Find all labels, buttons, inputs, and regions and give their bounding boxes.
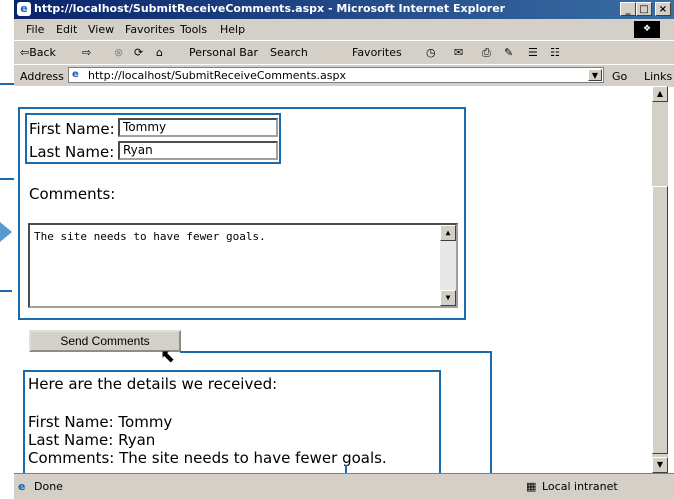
go-button[interactable]: Go <box>612 70 627 83</box>
page-icon: e <box>72 69 79 80</box>
status-text: Done <box>34 480 63 493</box>
menu-help[interactable]: Help <box>220 23 245 36</box>
zone-text: Local intranet <box>542 480 618 493</box>
last-name-field[interactable]: Ryan <box>118 141 278 160</box>
menu-tools[interactable]: Tools <box>180 23 207 36</box>
menu-file[interactable]: File <box>26 23 44 36</box>
result-comments: Comments: The site needs to have fewer g… <box>28 449 387 467</box>
send-comments-button[interactable]: Send Comments <box>29 330 181 352</box>
messenger-icon[interactable]: ☷ <box>550 46 560 59</box>
maximize-button[interactable]: □ <box>636 2 652 16</box>
page-scrollbar[interactable]: ▲ ▼ <box>652 86 668 473</box>
forward-button[interactable]: ⇨ <box>82 46 91 59</box>
window-title: http://localhost/SubmitReceiveComments.a… <box>34 2 506 15</box>
annotation-line <box>0 178 14 180</box>
links-button[interactable]: Links » <box>644 70 674 83</box>
windows-logo-icon: ❖ <box>634 21 660 38</box>
result-heading: Here are the details we received: <box>28 375 278 393</box>
last-name-label: Last Name: <box>29 143 115 161</box>
mail-icon[interactable]: ✉ <box>454 46 463 59</box>
annotation-line <box>180 351 492 353</box>
history-icon[interactable]: ◷ <box>426 46 436 59</box>
status-page-icon: e <box>18 480 26 493</box>
stop-icon[interactable]: ⊗ <box>114 46 123 59</box>
print-icon[interactable]: ⎙ <box>482 46 491 60</box>
address-dropdown-icon[interactable]: ▼ <box>588 69 602 81</box>
back-button[interactable]: ⇦Back <box>20 46 56 59</box>
menu-favorites[interactable]: Favorites <box>125 23 175 36</box>
scroll-thumb[interactable] <box>652 186 668 454</box>
toolbar: ⇦Back ⇨ ⊗ ⟳ ⌂ Personal Bar Search Favori… <box>14 40 674 65</box>
comments-label: Comments: <box>29 185 116 203</box>
close-button[interactable]: × <box>655 2 671 16</box>
address-input[interactable]: e http://localhost/SubmitReceiveComments… <box>68 67 604 83</box>
address-url: http://localhost/SubmitReceiveComments.a… <box>88 69 346 82</box>
home-icon[interactable]: ⌂ <box>156 46 163 59</box>
discuss-icon[interactable]: ☰ <box>528 46 538 59</box>
annotation-line <box>0 83 14 85</box>
address-label: Address <box>20 70 64 83</box>
annotation-line <box>0 290 12 292</box>
status-bar: e Done ▦ Local intranet <box>14 473 674 499</box>
result-first-name: First Name: Tommy <box>28 413 173 431</box>
menu-view[interactable]: View <box>88 23 114 36</box>
textarea-scrollbar[interactable]: ▲ ▼ <box>440 225 456 306</box>
address-bar: Address e http://localhost/SubmitReceive… <box>14 64 674 87</box>
first-name-field[interactable]: Tommy <box>118 118 278 137</box>
ie-icon: e <box>17 2 31 16</box>
scroll-up-icon[interactable]: ▲ <box>440 225 456 241</box>
title-bar: e http://localhost/SubmitReceiveComments… <box>14 0 674 19</box>
first-name-label: First Name: <box>29 120 115 138</box>
refresh-icon[interactable]: ⟳ <box>134 46 143 59</box>
menu-bar: File Edit View Favorites Tools Help ❖ <box>14 19 674 40</box>
menu-edit[interactable]: Edit <box>56 23 77 36</box>
scroll-down-icon[interactable]: ▼ <box>652 457 668 473</box>
zone-icon: ▦ <box>526 480 537 493</box>
minimize-button[interactable]: _ <box>620 2 636 16</box>
comments-text: The site needs to have fewer goals. <box>34 230 266 243</box>
scroll-down-icon[interactable]: ▼ <box>440 290 456 306</box>
scroll-up-icon[interactable]: ▲ <box>652 86 668 102</box>
annotation-arrow <box>0 222 12 242</box>
search-button[interactable]: Search <box>270 46 308 59</box>
personal-bar-button[interactable]: Personal Bar <box>189 46 258 59</box>
edit-icon[interactable]: ✎ <box>504 46 513 59</box>
favorites-button[interactable]: Favorites <box>352 46 402 59</box>
mouse-cursor-icon: ⬉ <box>160 346 176 367</box>
result-last-name: Last Name: Ryan <box>28 431 156 449</box>
comments-textarea[interactable]: The site needs to have fewer goals. ▲ ▼ <box>28 223 458 308</box>
